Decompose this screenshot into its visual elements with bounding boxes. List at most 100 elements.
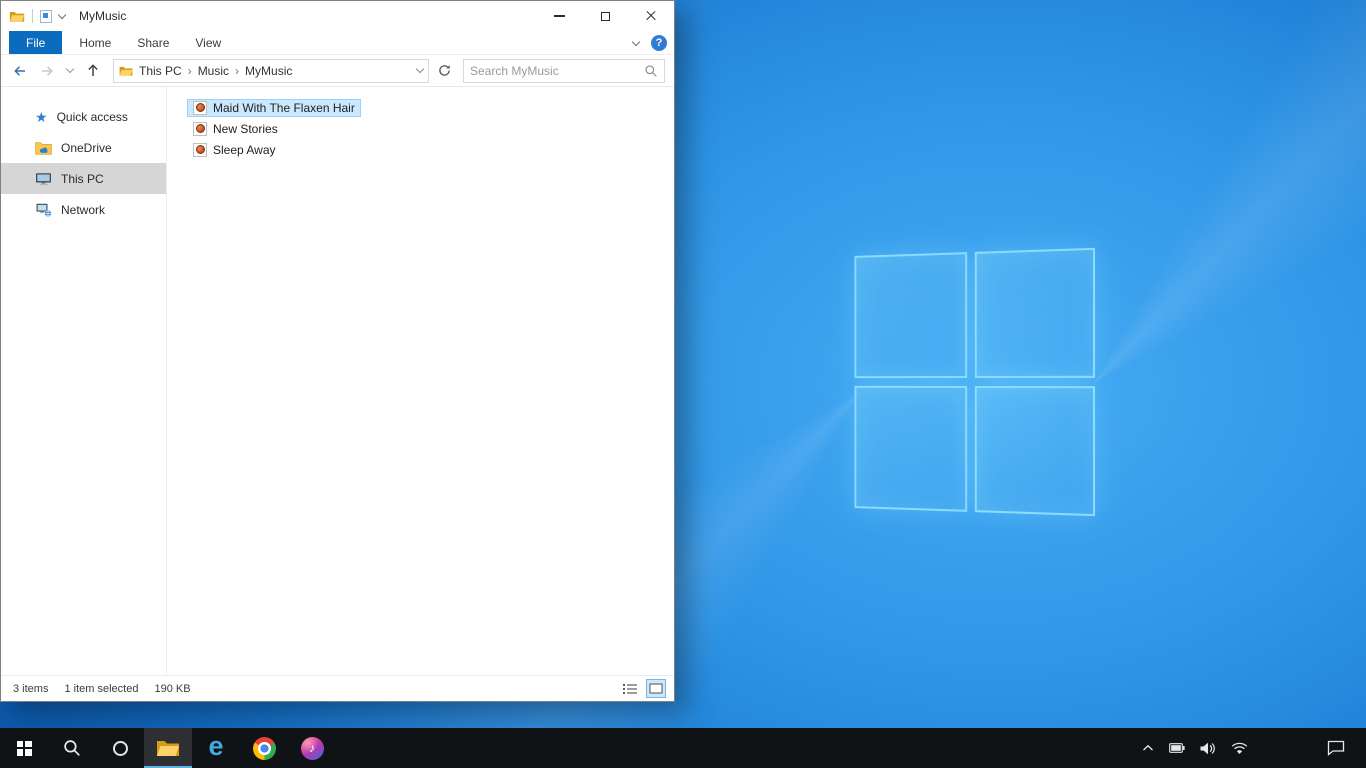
maximize-button[interactable] [582,1,628,31]
cortana-icon [112,740,128,756]
file-row[interactable]: New Stories [187,118,674,139]
file-chip[interactable]: Sleep Away [187,141,282,159]
taskbar-itunes-button[interactable]: ♪ [288,728,336,768]
qat-separator [32,9,33,23]
breadcrumb-item-this-pc[interactable]: This PC [136,64,185,78]
refresh-icon [438,65,450,76]
sidebar-item-quick-access[interactable]: ★ Quick access [1,101,166,132]
sidebar-item-label: OneDrive [61,140,112,155]
file-name: Sleep Away [213,142,276,157]
ribbon-right-controls: ? [631,31,667,55]
sidebar-item-this-pc[interactable]: This PC [1,163,166,194]
chrome-icon [252,736,276,760]
address-bar[interactable]: This PC › Music › MyMusic [113,58,429,83]
selection-count: 1 item selected [64,682,139,695]
icons-view-button[interactable] [646,679,666,698]
breadcrumb-separator[interactable]: › [188,64,192,78]
recent-locations-icon [65,64,75,74]
forward-button[interactable] [36,59,58,83]
file-explorer-icon [157,741,179,756]
volume-button[interactable] [1200,728,1216,768]
sidebar-item-label: Quick access [56,109,128,124]
view-toggle-buttons [620,679,666,698]
file-row[interactable]: Sleep Away [187,139,674,160]
windows-logo-wallpaper [854,247,1096,517]
tab-file[interactable]: File [9,31,63,54]
tray-expand-button[interactable] [1142,728,1154,768]
sidebar-item-label: Network [61,202,106,217]
logo-pane-bottom-right [974,386,1096,517]
qat-button-icon[interactable] [40,9,52,23]
audio-disc-glyph [195,124,205,133]
tab-view[interactable]: View [182,31,234,54]
volume-icon [1200,742,1215,754]
details-view-button[interactable] [620,679,640,698]
taskbar-edge-button[interactable]: e [192,728,240,768]
start-button[interactable] [0,728,48,768]
action-center-button[interactable] [1314,728,1358,768]
network-wifi-button[interactable] [1231,728,1248,768]
file-row[interactable]: Maid With The Flaxen Hair [187,97,674,118]
tab-share[interactable]: Share [124,31,182,54]
details-view-icon [623,683,637,694]
quick-access-star-icon: ★ [35,108,48,125]
sidebar-item-network[interactable]: Network [1,194,166,225]
items-count: 3 items [13,682,49,695]
system-menu-folder-icon[interactable] [9,10,25,23]
network-icon [36,203,52,217]
file-name: New Stories [213,121,278,136]
file-explorer-window: MyMusic File Home Share View ? This PC ›… [0,0,675,702]
taskbar: e ♪ [0,728,1366,768]
nav-toolbar: This PC › Music › MyMusic [1,55,674,87]
sidebar-item-onedrive[interactable]: OneDrive [1,132,166,163]
up-button[interactable] [82,59,104,83]
file-list[interactable]: Maid With The Flaxen Hair New Stories Sl… [167,87,674,675]
itunes-icon: ♪ [300,736,324,760]
minimize-button[interactable] [536,1,582,31]
taskbar-chrome-button[interactable] [240,728,288,768]
selection-size: 190 KB [154,682,191,695]
taskbar-file-explorer-button[interactable] [144,728,192,768]
action-center-icon [1327,740,1345,756]
caption-buttons [536,1,674,31]
logo-pane-top-right [974,247,1096,378]
file-chip[interactable]: Maid With The Flaxen Hair [187,98,361,117]
logo-pane-bottom-left [854,385,968,512]
cortana-button[interactable] [96,728,144,768]
audio-file-icon [193,100,207,115]
search-input[interactable] [470,63,644,78]
battery-icon [1169,743,1185,753]
ribbon-expand-icon[interactable] [631,37,641,46]
status-bar: 3 items 1 item selected 190 KB [1,675,674,701]
qat-dropdown-icon[interactable] [57,10,67,19]
sidebar-item-label: This PC [61,171,104,186]
breadcrumb-item-mymusic[interactable]: MyMusic [242,64,295,78]
navigation-pane: ★ Quick access OneDrive This PC Network [1,87,167,675]
address-dropdown-icon[interactable] [415,64,425,74]
window-title: MyMusic [79,9,127,23]
close-button[interactable] [628,1,674,31]
onedrive-icon [35,141,52,155]
taskbar-search-icon [64,740,80,756]
help-button[interactable]: ? [651,35,667,51]
titlebar: MyMusic [1,1,674,31]
taskbar-search-button[interactable] [48,728,96,768]
edge-icon: e [208,731,224,761]
quick-access-toolbar [1,9,67,23]
file-chip[interactable]: New Stories [187,120,284,138]
search-box[interactable] [463,58,665,83]
breadcrumb-separator[interactable]: › [235,64,239,78]
battery-button[interactable] [1169,728,1185,768]
back-arrow-icon [14,65,25,76]
audio-file-icon [193,121,207,136]
chevron-up-icon [1143,744,1153,751]
refresh-button[interactable] [434,59,454,83]
ribbon-tabs: File Home Share View ? [1,31,674,55]
breadcrumb-item-music[interactable]: Music [195,64,232,78]
window-body: ★ Quick access OneDrive This PC Network … [1,87,674,675]
back-button[interactable] [9,59,31,83]
up-arrow-icon [88,64,98,76]
tab-home[interactable]: Home [66,31,124,54]
wifi-icon [1231,742,1248,754]
recent-locations-button[interactable] [63,59,77,83]
